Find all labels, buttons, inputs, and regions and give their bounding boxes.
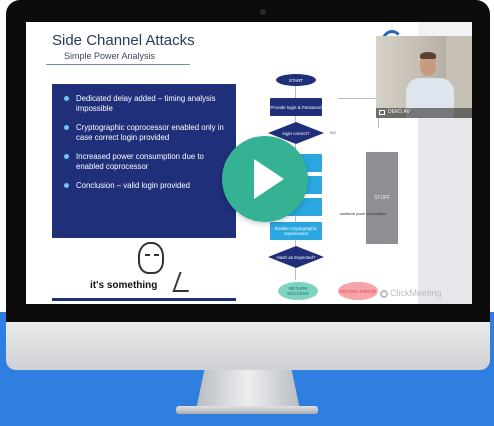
clickmeeting-logo-icon [380,290,388,298]
bullet-list: Dedicated delay added – timing analysis … [62,94,232,200]
presentation-slide: Side Channel Attacks Simple Power Analys… [26,22,418,304]
flow-stuff-box: STUFF [366,152,398,244]
flow-enable-coprocessor: Enable cryptographic coprocessor [270,222,322,240]
bullet-item: Conclusion – valid login provided [62,181,232,191]
monitor-stand [196,370,300,410]
bullet-dot-icon [64,183,69,188]
bullet-item: Dedicated delay added – timing analysis … [62,94,232,114]
monitor-stand-base [176,406,318,414]
bullet-item: Cryptographic coprocessor enabled only i… [62,123,232,143]
flow-no-label: NO [330,130,336,135]
side-panel [418,118,472,304]
camera-icon [379,110,385,115]
bullet-dot-icon [64,96,69,101]
flow-return-error: RETURN ERROR [338,282,378,300]
title-divider [46,64,190,65]
slide-subtitle: Simple Power Analysis [64,51,156,61]
flow-provide-login: Provide login & Password [270,98,322,116]
slide-footer-line [52,298,236,301]
play-button[interactable] [222,136,308,222]
meme-face-drawing [138,242,164,274]
meme-thumb-drawing [172,272,196,292]
bullet-item: Increased power consumption due to enabl… [62,152,232,172]
clickmeeting-watermark: ClickMeeting [390,288,442,298]
flow-annotation: additional power consumption [340,212,387,216]
monitor-camera-dot [260,9,266,15]
flow-return-success: RETURN SUCCESS [278,282,318,300]
meme-caption: it's something [90,280,158,291]
bullet-dot-icon [64,125,69,130]
flow-hash-expected: Hash as Expected? [268,246,324,268]
slide-title: Side Channel Attacks [52,32,195,49]
play-icon [254,159,284,199]
presenter-webcam[interactable]: DEKO.AV [376,36,472,118]
presenter-name: DEKO.AV [388,109,410,115]
monitor-chin [6,322,490,370]
bullet-dot-icon [64,154,69,159]
flow-start: START [276,74,316,86]
bullet-panel: Dedicated delay added – timing analysis … [52,84,236,238]
